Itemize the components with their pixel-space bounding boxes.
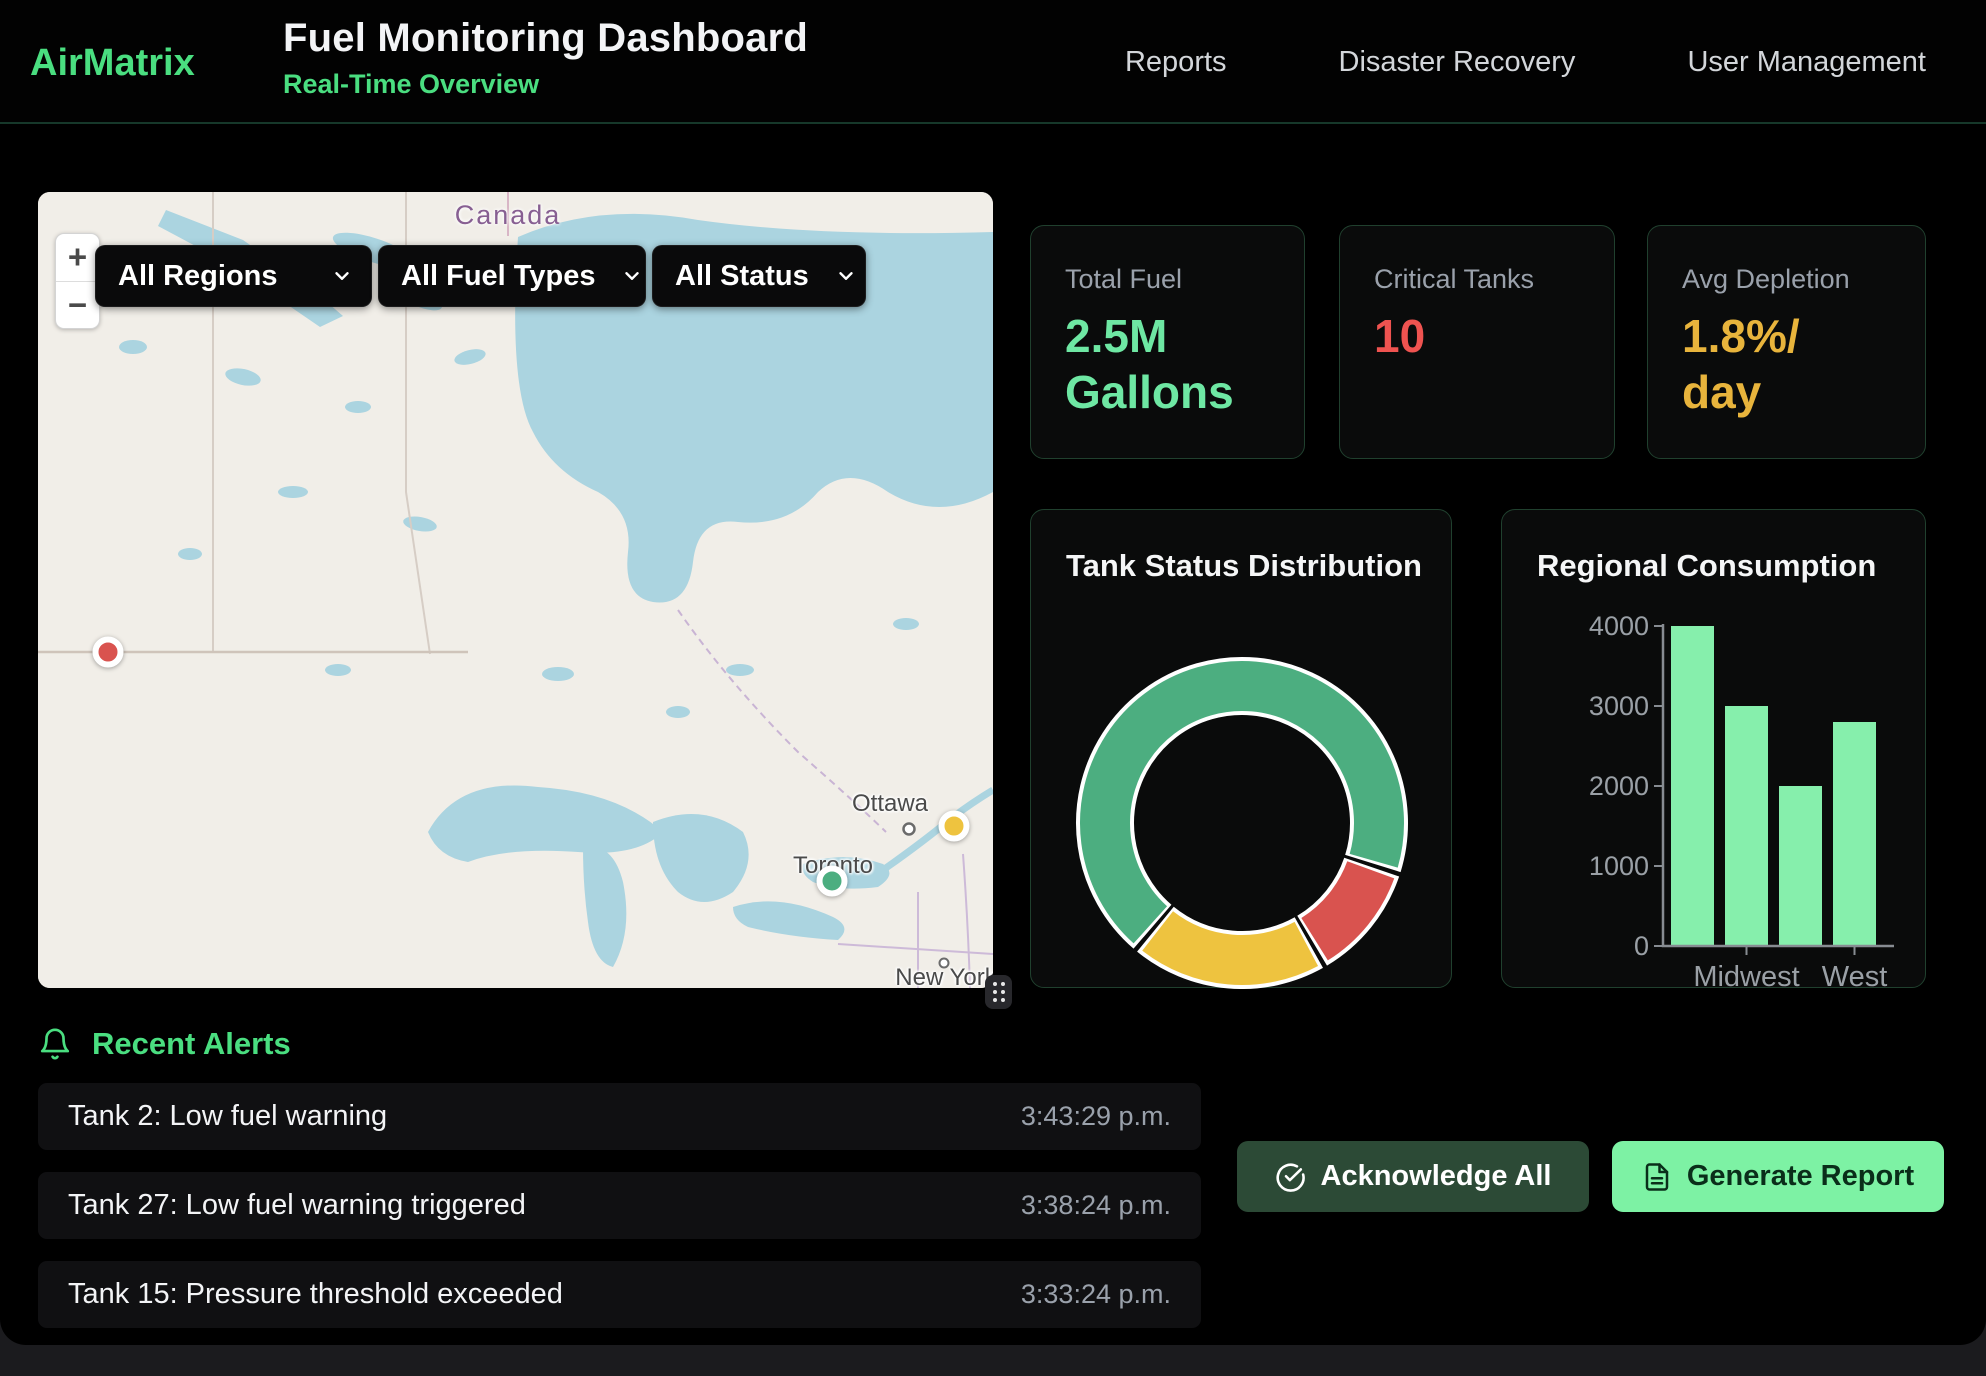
bar-chart-title: Regional Consumption	[1537, 548, 1876, 584]
stat-value-critical-tanks: 10	[1374, 308, 1425, 364]
svg-text:0: 0	[1634, 931, 1649, 961]
alerts-title: Recent Alerts	[92, 1026, 291, 1062]
alert-timestamp: 3:38:24 p.m.	[1021, 1190, 1171, 1221]
generate-report-button[interactable]: Generate Report	[1612, 1141, 1944, 1212]
map-resize-grip-icon[interactable]	[985, 975, 1012, 1009]
alert-row: Tank 2: Low fuel warning 3:43:29 p.m.	[38, 1083, 1201, 1150]
check-circle-icon	[1275, 1161, 1306, 1192]
stat-value-total-fuel: 2.5M Gallons	[1065, 308, 1234, 420]
map-marker-critical[interactable]	[93, 637, 124, 668]
map-label-canada: Canada	[455, 200, 562, 231]
fuel-monitoring-dashboard: AirMatrix Fuel Monitoring Dashboard Real…	[0, 0, 1986, 1376]
alert-message: Tank 15: Pressure threshold exceeded	[68, 1278, 563, 1311]
map-marker-warning[interactable]	[939, 811, 970, 842]
map-marker-normal[interactable]	[817, 866, 848, 897]
stat-card-avg-depletion: Avg Depletion 1.8%/ day	[1647, 225, 1926, 459]
alert-row: Tank 27: Low fuel warning triggered 3:38…	[38, 1172, 1201, 1239]
svg-text:2000: 2000	[1589, 771, 1649, 801]
acknowledge-all-label: Acknowledge All	[1321, 1160, 1552, 1193]
fuel-type-filter-dropdown[interactable]: All Fuel Types	[378, 245, 646, 307]
generate-report-label: Generate Report	[1687, 1160, 1914, 1193]
regional-consumption-bar-chart: 0 1000 2000 3000 4000 Midwest West	[1502, 610, 1927, 989]
alert-timestamp: 3:33:24 p.m.	[1021, 1279, 1171, 1310]
alerts-heading: Recent Alerts	[38, 1026, 291, 1062]
svg-text:4000: 4000	[1589, 611, 1649, 641]
page-title: Fuel Monitoring Dashboard	[283, 16, 808, 61]
fuel-type-filter-value: All Fuel Types	[401, 260, 595, 293]
svg-text:West: West	[1822, 961, 1888, 989]
nav-item-reports[interactable]: Reports	[1125, 46, 1227, 79]
svg-text:Midwest: Midwest	[1693, 961, 1799, 989]
brand-logo: AirMatrix	[30, 42, 195, 85]
alert-message: Tank 27: Low fuel warning triggered	[68, 1189, 526, 1222]
alert-message: Tank 2: Low fuel warning	[68, 1100, 387, 1133]
donut-chart-title: Tank Status Distribution	[1066, 548, 1422, 584]
zoom-in-button[interactable]: +	[56, 234, 99, 282]
stat-card-critical-tanks: Critical Tanks 10	[1339, 225, 1615, 459]
region-filter-dropdown[interactable]: All Regions	[95, 245, 372, 307]
map-label-new-york: New York	[895, 964, 993, 988]
alert-timestamp: 3:43:29 p.m.	[1021, 1101, 1171, 1132]
region-filter-value: All Regions	[118, 260, 278, 293]
title-block: Fuel Monitoring Dashboard Real-Time Over…	[283, 16, 808, 100]
regional-consumption-card: Regional Consumption 0 1000 2000 3000 4000 Mi…	[1501, 509, 1926, 988]
stat-label: Total Fuel	[1065, 264, 1182, 295]
zoom-out-button[interactable]: −	[56, 282, 99, 329]
stat-label: Avg Depletion	[1682, 264, 1850, 295]
chevron-down-icon	[835, 265, 857, 287]
tank-status-card: Tank Status Distribution	[1030, 509, 1452, 988]
tank-status-donut-chart	[1031, 610, 1453, 989]
stat-label: Critical Tanks	[1374, 264, 1534, 295]
stat-card-total-fuel: Total Fuel 2.5M Gallons	[1030, 225, 1305, 459]
header: AirMatrix Fuel Monitoring Dashboard Real…	[0, 0, 1986, 124]
status-filter-value: All Status	[675, 260, 809, 293]
status-filter-dropdown[interactable]: All Status	[652, 245, 866, 307]
svg-text:3000: 3000	[1589, 691, 1649, 721]
map-label-ottawa: Ottawa	[852, 790, 928, 818]
alert-row: Tank 15: Pressure threshold exceeded 3:3…	[38, 1261, 1201, 1328]
main-nav: Reports Disaster Recovery User Managemen…	[1125, 0, 1926, 124]
acknowledge-all-button[interactable]: Acknowledge All	[1237, 1141, 1589, 1212]
map-filter-bar: All Regions All Fuel Types All Status	[95, 245, 866, 307]
nav-item-disaster-recovery[interactable]: Disaster Recovery	[1339, 46, 1576, 79]
stat-value-avg-depletion: 1.8%/ day	[1682, 308, 1800, 420]
fuel-map[interactable]: Canada OttawaTorontoNew York + − All Reg…	[38, 192, 993, 988]
svg-text:1000: 1000	[1589, 851, 1649, 881]
nav-item-user-management[interactable]: User Management	[1687, 46, 1926, 79]
chevron-down-icon	[621, 265, 643, 287]
chevron-down-icon	[331, 265, 353, 287]
main-panel: AirMatrix Fuel Monitoring Dashboard Real…	[0, 0, 1986, 1345]
map-zoom-control: + −	[55, 233, 100, 329]
bell-icon	[38, 1027, 72, 1061]
document-icon	[1642, 1162, 1672, 1192]
page-subtitle: Real-Time Overview	[283, 69, 808, 100]
